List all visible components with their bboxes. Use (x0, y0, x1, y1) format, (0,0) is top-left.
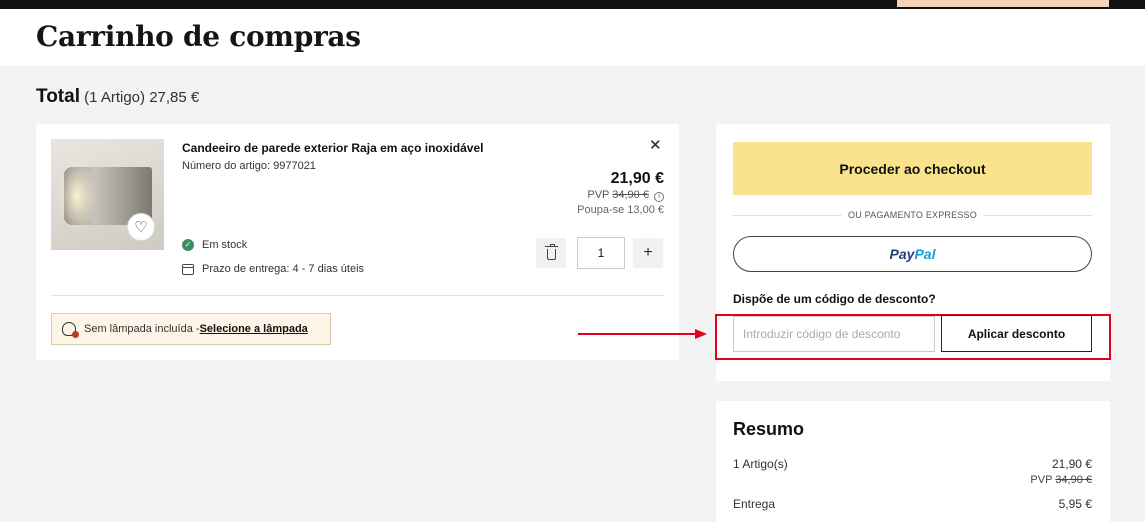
summary-pvp-value: 34,90 € (1055, 474, 1092, 486)
express-payment-label: OU PAGAMENTO EXPRESSO (841, 210, 984, 220)
summary-pvp: PVP 34,90 € (1030, 474, 1092, 486)
plus-icon: + (643, 244, 653, 261)
total-label: Total (36, 86, 80, 107)
delivery-time: Prazo de entrega: 4 - 7 dias úteis (182, 263, 364, 275)
express-divider: OU PAGAMENTO EXPRESSO (733, 210, 1092, 220)
page-header: Carrinho de compras (0, 9, 1145, 66)
discount-code-input[interactable] (733, 316, 935, 352)
pvp-label: PVP (587, 189, 610, 201)
heart-icon: ♡ (134, 219, 148, 236)
summary-title: Resumo (733, 419, 805, 439)
pvp-price: PVP 34,90 € i (587, 189, 664, 202)
product-image[interactable]: ♡ (51, 139, 164, 250)
bulb-notice-text: Sem lâmpada incluída - (84, 323, 200, 335)
product-name[interactable]: Candeeiro de parede exterior Raja em aço… (182, 141, 483, 155)
wishlist-button[interactable]: ♡ (127, 213, 155, 241)
stock-status: ✓ Em stock (182, 239, 247, 251)
lamp-glow (57, 159, 97, 233)
select-bulb-link[interactable]: Selecione a lâmpada (200, 323, 308, 335)
remove-item-button[interactable]: ✕ (649, 136, 662, 154)
stock-text: Em stock (202, 239, 248, 251)
info-icon[interactable]: i (654, 192, 664, 202)
paypal-button[interactable]: Pay Pal (733, 236, 1092, 272)
summary-delivery-value: 5,95 € (1058, 497, 1092, 511)
summary-items-value: 21,90 € (1051, 457, 1092, 471)
bulb-icon (62, 322, 79, 338)
page-title: Carrinho de compras (36, 20, 361, 53)
summary-items-label: 1 Artigo(s) (733, 457, 788, 471)
paypal-logo-pal: Pal (914, 246, 936, 262)
summary-pvp-label: PVP (1030, 474, 1053, 486)
top-promo-bar (0, 0, 1145, 9)
summary-delivery-label: Entrega (733, 497, 776, 511)
check-icon: ✓ (182, 239, 194, 251)
total-amount: 27,85 € (149, 89, 200, 106)
cart-total: Total (1 Artigo) 27,85 € (36, 86, 199, 108)
apply-discount-button[interactable]: Aplicar desconto (941, 315, 1092, 352)
close-icon: ✕ (649, 137, 662, 154)
delete-item-button[interactable] (536, 238, 566, 268)
checkout-card: Proceder ao checkout OU PAGAMENTO EXPRES… (715, 124, 1111, 381)
annotation-arrow (578, 329, 707, 339)
promo-button[interactable] (897, 0, 1109, 7)
trash-icon (544, 243, 558, 260)
savings-text: Poupa-se 13,00 € (577, 204, 664, 216)
divider (51, 295, 664, 296)
delivery-text: Prazo de entrega: 4 - 7 dias úteis (202, 263, 365, 275)
quantity-input[interactable] (577, 237, 625, 269)
checkout-button[interactable]: Proceder ao checkout (733, 142, 1092, 195)
total-count: (1 Artigo) (84, 89, 146, 106)
item-price: 21,90 € (610, 170, 664, 187)
increase-quantity-button[interactable]: + (633, 238, 663, 268)
paypal-logo-pay: Pay (889, 246, 915, 262)
pvp-original-price: 34,90 € (612, 189, 649, 201)
calendar-icon (182, 263, 194, 275)
order-summary-card: Resumo 1 Artigo(s) 21,90 € PVP 34,90 € E… (716, 401, 1110, 522)
article-number: Número do artigo: 9977021 (182, 160, 316, 172)
bulb-notice: Sem lâmpada incluída - Selecione a lâmpa… (51, 313, 331, 345)
discount-heading: Dispõe de um código de desconto? (733, 292, 936, 306)
